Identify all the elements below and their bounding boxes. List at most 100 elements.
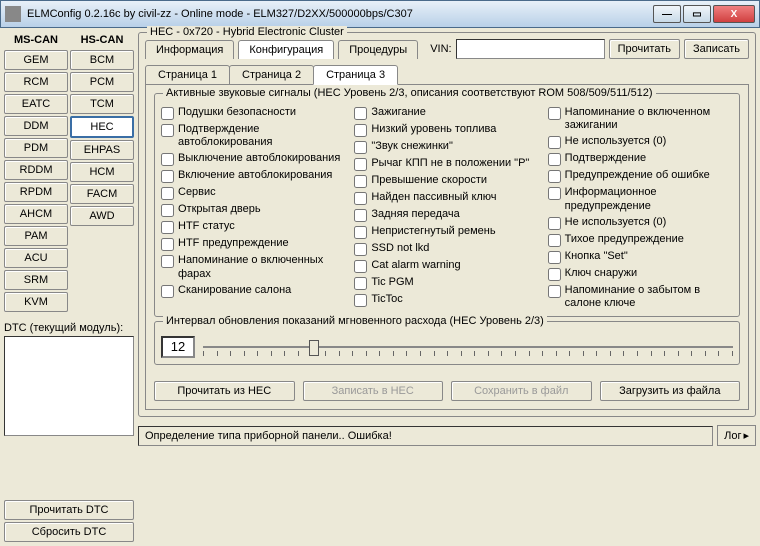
signal-checkbox[interactable] — [354, 175, 367, 188]
module-button-hcm[interactable]: HCM — [70, 162, 134, 182]
signal-checkbox[interactable] — [548, 217, 561, 230]
module-button-kvm[interactable]: KVM — [4, 292, 68, 312]
log-button[interactable]: Лог ▸ — [717, 425, 756, 446]
module-button-hec[interactable]: HEC — [70, 116, 134, 138]
write-button[interactable]: Записать — [684, 39, 749, 59]
checkbox-row: Ключ снаружи — [548, 267, 733, 281]
signal-checkbox[interactable] — [548, 153, 561, 166]
module-button-ddm[interactable]: DDM — [4, 116, 68, 136]
dtc-listbox[interactable] — [4, 336, 134, 436]
signal-checkbox[interactable] — [548, 268, 561, 281]
maximize-button[interactable]: ▭ — [683, 5, 711, 23]
signal-label: Тихое предупреждение — [565, 233, 684, 246]
vin-input[interactable] — [456, 39, 605, 59]
signal-label: HTF предупреждение — [178, 237, 289, 250]
signal-checkbox[interactable] — [354, 124, 367, 137]
signal-label: Найден пассивный ключ — [371, 191, 496, 204]
signal-checkbox[interactable] — [354, 243, 367, 256]
write-hec-button[interactable]: Записать в HEC — [303, 381, 444, 401]
module-button-bcm[interactable]: BCM — [70, 50, 134, 70]
checkbox-row: Сервис — [161, 186, 346, 200]
read-dtc-button[interactable]: Прочитать DTC — [4, 500, 134, 520]
hs-can-header: HS-CAN — [70, 32, 134, 48]
page-tab-3[interactable]: Страница 3 — [313, 65, 398, 85]
signal-label: Предупреждение об ошибке — [565, 169, 710, 182]
tab-config[interactable]: Конфигурация — [238, 40, 334, 59]
checkbox-row: Зажигание — [354, 106, 539, 120]
checkbox-row: Тихое предупреждение — [548, 233, 733, 247]
minimize-button[interactable]: — — [653, 5, 681, 23]
module-button-srm[interactable]: SRM — [4, 270, 68, 290]
signal-checkbox[interactable] — [548, 285, 561, 298]
module-button-acu[interactable]: ACU — [4, 248, 68, 268]
signal-label: Сканирование салона — [178, 284, 291, 297]
signal-checkbox[interactable] — [548, 251, 561, 264]
module-button-tcm[interactable]: TCM — [70, 94, 134, 114]
signal-label: Ключ снаружи — [565, 267, 637, 280]
signal-checkbox[interactable] — [161, 255, 174, 268]
signal-checkbox[interactable] — [161, 107, 174, 120]
module-button-gem[interactable]: GEM — [4, 50, 68, 70]
signal-checkbox[interactable] — [354, 226, 367, 239]
tab-proc[interactable]: Процедуры — [338, 40, 418, 59]
checkbox-row: "Звук снежинки" — [354, 140, 539, 154]
signal-checkbox[interactable] — [161, 153, 174, 166]
interval-slider[interactable] — [203, 337, 733, 357]
close-button[interactable]: X — [713, 5, 755, 23]
signal-checkbox[interactable] — [548, 136, 561, 149]
module-button-pcm[interactable]: PCM — [70, 72, 134, 92]
checkbox-row: Cat alarm warning — [354, 259, 539, 273]
interval-legend: Интервал обновления показаний мгновенног… — [163, 315, 547, 327]
module-fieldset: HEC - 0x720 - Hybrid Electronic Cluster … — [138, 32, 756, 417]
signal-checkbox[interactable] — [548, 234, 561, 247]
ms-can-column: MS-CAN GEMRCMEATCDDMPDMRDDMRPDMAHCMPAMAC… — [4, 32, 68, 312]
signal-label: HTF статус — [178, 220, 235, 233]
checkbox-row: Рычаг КПП не в положении "P" — [354, 157, 539, 171]
signals-legend: Активные звуковые сигналы (HEC Уровень 2… — [163, 87, 656, 99]
load-file-button[interactable]: Загрузить из файла — [600, 381, 741, 401]
page-tab-1[interactable]: Страница 1 — [145, 65, 230, 85]
module-button-pam[interactable]: PAM — [4, 226, 68, 246]
signal-checkbox[interactable] — [161, 285, 174, 298]
signal-checkbox[interactable] — [354, 107, 367, 120]
tab-info[interactable]: Информация — [145, 40, 234, 59]
module-button-facm[interactable]: FACM — [70, 184, 134, 204]
module-button-awd[interactable]: AWD — [70, 206, 134, 226]
module-button-eatc[interactable]: EATC — [4, 94, 68, 114]
module-button-ahcm[interactable]: AHCM — [4, 204, 68, 224]
signal-checkbox[interactable] — [161, 221, 174, 234]
signal-checkbox[interactable] — [161, 204, 174, 217]
signal-checkbox[interactable] — [354, 158, 367, 171]
module-button-pdm[interactable]: PDM — [4, 138, 68, 158]
signal-checkbox[interactable] — [161, 170, 174, 183]
signal-checkbox[interactable] — [354, 277, 367, 290]
signal-label: Tic PGM — [371, 276, 413, 289]
signal-checkbox[interactable] — [161, 238, 174, 251]
checkbox-row: Низкий уровень топлива — [354, 123, 539, 137]
save-file-button[interactable]: Сохранить в файл — [451, 381, 592, 401]
signal-label: Не используется (0) — [565, 216, 667, 229]
module-button-rpdm[interactable]: RPDM — [4, 182, 68, 202]
signal-checkbox[interactable] — [354, 209, 367, 222]
log-label: Лог — [724, 430, 741, 442]
hs-can-column: HS-CAN BCMPCMTCMHECEHPASHCMFACMAWD — [70, 32, 134, 312]
read-button[interactable]: Прочитать — [609, 39, 680, 59]
signal-checkbox[interactable] — [354, 141, 367, 154]
signal-checkbox[interactable] — [161, 124, 174, 137]
signal-checkbox[interactable] — [354, 260, 367, 273]
signal-label: Задняя передача — [371, 208, 459, 221]
reset-dtc-button[interactable]: Сбросить DTC — [4, 522, 134, 542]
signal-checkbox[interactable] — [548, 170, 561, 183]
signal-checkbox[interactable] — [548, 187, 561, 200]
read-hec-button[interactable]: Прочитать из HEC — [154, 381, 295, 401]
signal-checkbox[interactable] — [548, 107, 561, 120]
signal-label: Подтверждение — [565, 152, 646, 165]
module-button-ehpas[interactable]: EHPAS — [70, 140, 134, 160]
signal-checkbox[interactable] — [161, 187, 174, 200]
module-button-rddm[interactable]: RDDM — [4, 160, 68, 180]
module-button-rcm[interactable]: RCM — [4, 72, 68, 92]
signal-checkbox[interactable] — [354, 192, 367, 205]
page-tab-2[interactable]: Страница 2 — [229, 65, 314, 85]
checkbox-row: Подтверждение — [548, 152, 733, 166]
signal-checkbox[interactable] — [354, 294, 367, 307]
